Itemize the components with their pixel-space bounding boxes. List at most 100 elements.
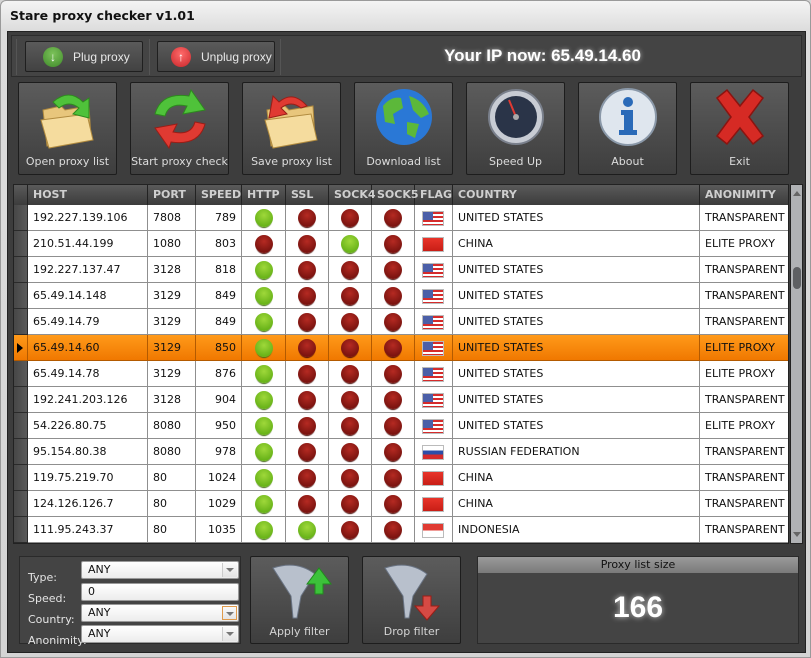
status-ok-icon — [254, 391, 273, 409]
column-header-ssl[interactable]: SSL — [286, 185, 329, 205]
cell-sock5 — [372, 439, 415, 465]
status-fail-icon — [298, 443, 316, 461]
table-row[interactable]: 54.226.80.75 8080 950 UNITED STATES ELITE PR… — [14, 413, 788, 439]
type-select[interactable]: ANY — [81, 561, 239, 579]
cell-host: 65.49.14.78 — [28, 361, 148, 387]
column-header-port[interactable]: PORT — [148, 185, 196, 205]
cell-flag — [415, 413, 453, 439]
column-header-sock5[interactable]: SOCK5 — [372, 185, 419, 205]
anonimity-select[interactable]: ANY — [81, 625, 239, 643]
download-list-button[interactable]: Download list — [354, 82, 453, 175]
status-ok-icon — [254, 209, 273, 227]
table-row[interactable]: 65.49.14.60 3129 850 UNITED STATES ELITE PRO… — [14, 335, 788, 361]
status-ok-icon — [254, 521, 273, 539]
column-header-host[interactable]: HOST — [28, 185, 148, 205]
column-header-flag[interactable]: FLAG — [415, 185, 453, 205]
scroll-thumb[interactable] — [793, 267, 801, 289]
status-fail-icon — [298, 209, 316, 227]
status-fail-icon — [384, 339, 402, 357]
drop-filter-button[interactable]: Drop filter — [362, 556, 461, 644]
row-indicator[interactable] — [14, 231, 28, 257]
row-indicator[interactable] — [14, 439, 28, 465]
cell-speed: 1024 — [196, 465, 242, 491]
table-row[interactable]: 95.154.80.38 8080 978 RUSSIAN FEDERATION TRA… — [14, 439, 788, 465]
cell-country: UNITED STATES — [453, 283, 700, 309]
cell-speed: 803 — [196, 231, 242, 257]
row-indicator[interactable] — [14, 361, 28, 387]
cell-speed: 850 — [196, 335, 242, 361]
speed-up-button[interactable]: Speed Up — [466, 82, 565, 175]
unplug-proxy-button[interactable]: ↑ Unplug proxy — [157, 41, 275, 72]
speed-up-label: Speed Up — [488, 155, 542, 168]
anonimity-value: ANY — [88, 627, 111, 640]
scroll-down-icon[interactable] — [793, 532, 801, 537]
row-indicator[interactable] — [14, 283, 28, 309]
row-indicator[interactable] — [14, 387, 28, 413]
bottom-panel: Type: ANY Speed: 0 Country: ANY Anonimit… — [11, 548, 802, 650]
cell-http — [242, 439, 286, 465]
column-header-speed[interactable]: SPEED — [196, 185, 242, 205]
cell-country: CHINA — [453, 465, 700, 491]
chevron-down-icon[interactable] — [222, 627, 237, 641]
speed-input[interactable]: 0 — [81, 583, 239, 601]
exit-button[interactable]: Exit — [690, 82, 789, 175]
row-indicator[interactable] — [14, 257, 28, 283]
chevron-down-icon[interactable] — [222, 563, 237, 577]
flag-us-icon — [422, 341, 444, 356]
status-fail-icon — [298, 365, 316, 383]
column-header-country[interactable]: COUNTRY — [453, 185, 700, 205]
cell-sock5 — [372, 465, 415, 491]
row-indicator[interactable] — [14, 309, 28, 335]
cell-host: 95.154.80.38 — [28, 439, 148, 465]
status-fail-icon — [298, 495, 316, 513]
row-indicator[interactable] — [14, 335, 28, 361]
cell-flag — [415, 257, 453, 283]
cell-ssl — [286, 413, 329, 439]
table-scrollbar[interactable] — [790, 184, 803, 544]
status-fail-icon — [384, 495, 402, 513]
plug-proxy-button[interactable]: ↓ Plug proxy — [25, 41, 143, 72]
table-row[interactable]: 192.241.203.126 3128 904 UNITED STATES TRANS… — [14, 387, 788, 413]
status-fail-icon — [384, 443, 402, 461]
table-row[interactable]: 210.51.44.199 1080 803 CHINA ELITE PROXY — [14, 231, 788, 257]
start-proxy-check-button[interactable]: Start proxy check — [130, 82, 229, 175]
table-row[interactable]: 124.126.126.7 80 1029 CHINA TRANSPARENT — [14, 491, 788, 517]
cell-http — [242, 205, 286, 231]
proxy-table: HOST PORT SPEED HTTP SSL SOCK4 SOCK5 FLAG COUNTR… — [13, 184, 789, 544]
open-proxy-list-button[interactable]: Open proxy list — [18, 82, 117, 175]
row-indicator[interactable] — [14, 491, 28, 517]
cell-http — [242, 335, 286, 361]
save-proxy-list-button[interactable]: Save proxy list — [242, 82, 341, 175]
column-header-anonimity[interactable]: ANONIMITY — [700, 185, 788, 205]
about-button[interactable]: About — [578, 82, 677, 175]
country-select[interactable]: ANY — [81, 604, 239, 622]
table-row[interactable]: 65.49.14.148 3129 849 UNITED STATES TRANSPAR… — [14, 283, 788, 309]
table-row[interactable]: 192.227.139.106 7808 789 UNITED STATES TRANS… — [14, 205, 788, 231]
cell-anonimity: TRANSPARENT — [700, 257, 788, 283]
status-ok-icon — [254, 365, 273, 383]
column-header-sock4[interactable]: SOCK4 — [329, 185, 376, 205]
table-row[interactable]: 119.75.219.70 80 1024 CHINA TRANSPARENT — [14, 465, 788, 491]
apply-filter-button[interactable]: Apply filter — [250, 556, 349, 644]
column-header-http[interactable]: HTTP — [242, 185, 286, 205]
cell-sock4 — [329, 335, 372, 361]
cell-port: 3129 — [148, 335, 196, 361]
status-ok-icon — [254, 469, 273, 487]
table-row[interactable]: 192.227.137.47 3128 818 UNITED STATES TRANSP… — [14, 257, 788, 283]
row-indicator[interactable] — [14, 413, 28, 439]
row-indicator[interactable] — [14, 465, 28, 491]
table-row[interactable]: 111.95.243.37 80 1035 INDONESIA TRANSPARENT — [14, 517, 788, 543]
unplug-proxy-label: Unplug proxy — [201, 49, 272, 64]
cell-host: 192.227.139.106 — [28, 205, 148, 231]
arrow-down-icon: ↓ — [43, 46, 63, 67]
cell-sock4 — [329, 231, 372, 257]
row-indicator[interactable] — [14, 517, 28, 543]
table-row[interactable]: 65.49.14.79 3129 849 UNITED STATES TRANSPARE… — [14, 309, 788, 335]
cell-flag — [415, 205, 453, 231]
table-row[interactable]: 65.49.14.78 3129 876 UNITED STATES ELITE PRO… — [14, 361, 788, 387]
cell-country: UNITED STATES — [453, 413, 700, 439]
status-ok-icon — [254, 339, 273, 357]
scroll-up-icon[interactable] — [793, 191, 801, 196]
chevron-down-icon[interactable] — [222, 606, 237, 620]
row-indicator[interactable] — [14, 205, 28, 231]
